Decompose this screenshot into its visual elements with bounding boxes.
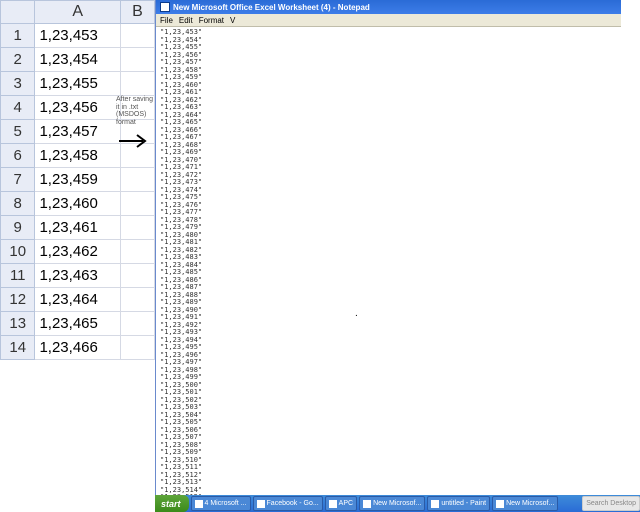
notepad-menu: File Edit Format V <box>156 14 621 27</box>
cell[interactable] <box>120 288 154 312</box>
taskbar-item-label: New Microsof... <box>373 500 421 507</box>
menu-view[interactable]: V <box>230 16 235 25</box>
cell[interactable]: 1,23,464 <box>35 288 120 312</box>
notepad-icon <box>160 2 170 12</box>
cell[interactable] <box>120 72 154 96</box>
cell[interactable] <box>120 24 154 48</box>
cell[interactable]: 1,23,454 <box>35 48 120 72</box>
row-header[interactable]: 13 <box>1 312 35 336</box>
notepad-titlebar[interactable]: New Microsoft Office Excel Worksheet (4)… <box>156 0 621 14</box>
row-header[interactable]: 3 <box>1 72 35 96</box>
table-row: 101,23,462 <box>1 240 155 264</box>
menu-edit[interactable]: Edit <box>179 16 193 25</box>
cell[interactable]: 1,23,461 <box>35 216 120 240</box>
row-header[interactable]: 11 <box>1 264 35 288</box>
column-header-b[interactable]: B <box>120 1 154 24</box>
table-row: 141,23,466 <box>1 336 155 360</box>
arrow-icon <box>117 132 151 150</box>
cell[interactable]: 1,23,463 <box>35 264 120 288</box>
excel-grid: A B 11,23,45321,23,45431,23,45541,23,456… <box>0 0 155 512</box>
app-icon <box>496 500 504 508</box>
cell[interactable] <box>120 264 154 288</box>
notepad-text-area[interactable]: "1,23,453" "1,23,454" "1,23,455" "1,23,4… <box>156 27 621 495</box>
search-desktop[interactable]: Search Desktop <box>582 496 640 511</box>
cell[interactable] <box>120 48 154 72</box>
app-icon <box>195 500 203 508</box>
row-header[interactable]: 4 <box>1 96 35 120</box>
cell[interactable] <box>120 168 154 192</box>
taskbar-item[interactable]: New Microsof... <box>492 496 558 511</box>
taskbar-item[interactable]: Facebook - Go... <box>253 496 323 511</box>
table-row: 71,23,459 <box>1 168 155 192</box>
table-row: 81,23,460 <box>1 192 155 216</box>
table-row: 121,23,464 <box>1 288 155 312</box>
table-row: 91,23,461 <box>1 216 155 240</box>
cell[interactable] <box>120 216 154 240</box>
table-row: 31,23,455 <box>1 72 155 96</box>
notepad-window: New Microsoft Office Excel Worksheet (4)… <box>155 0 621 495</box>
cell[interactable]: 1,23,455 <box>35 72 120 96</box>
cell[interactable]: 1,23,456 <box>35 96 120 120</box>
cell[interactable]: 1,23,460 <box>35 192 120 216</box>
menu-format[interactable]: Format <box>199 16 224 25</box>
row-header[interactable]: 14 <box>1 336 35 360</box>
app-icon <box>257 500 265 508</box>
taskbar-item-label: untitled - Paint <box>441 500 486 507</box>
taskbar-item-label: New Microsof... <box>506 500 554 507</box>
start-label: start <box>161 499 181 509</box>
taskbar-item[interactable]: untitled - Paint <box>427 496 490 511</box>
cell[interactable]: 1,23,453 <box>35 24 120 48</box>
column-header-a[interactable]: A <box>35 1 120 24</box>
cell[interactable] <box>120 240 154 264</box>
app-icon <box>329 500 337 508</box>
row-header[interactable]: 1 <box>1 24 35 48</box>
annotation-label: After saving it in .txt (MSDOS) format <box>116 96 156 127</box>
table-row: 131,23,465 <box>1 312 155 336</box>
taskbar-item[interactable]: 4 Microsoft ... <box>191 496 251 511</box>
cell[interactable]: 1,23,466 <box>35 336 120 360</box>
taskbar-item[interactable]: New Microsof... <box>359 496 425 511</box>
cell[interactable]: 1,23,458 <box>35 144 120 168</box>
row-header[interactable]: 8 <box>1 192 35 216</box>
row-header[interactable]: 9 <box>1 216 35 240</box>
select-all-corner[interactable] <box>1 1 35 24</box>
app-icon <box>363 500 371 508</box>
row-header[interactable]: 7 <box>1 168 35 192</box>
start-button[interactable]: start <box>155 495 189 512</box>
excel-table[interactable]: A B 11,23,45321,23,45431,23,45541,23,456… <box>0 0 155 360</box>
table-row: 21,23,454 <box>1 48 155 72</box>
table-row: 111,23,463 <box>1 264 155 288</box>
cell[interactable] <box>120 192 154 216</box>
cell[interactable]: 1,23,462 <box>35 240 120 264</box>
taskbar-item[interactable]: APC <box>325 496 357 511</box>
cell[interactable] <box>120 336 154 360</box>
row-header[interactable]: 2 <box>1 48 35 72</box>
notepad-title-text: New Microsoft Office Excel Worksheet (4)… <box>173 3 370 12</box>
row-header[interactable]: 10 <box>1 240 35 264</box>
taskbar: start 4 Microsoft ... Facebook - Go... APC… <box>155 495 640 512</box>
taskbar-item-label: Facebook - Go... <box>267 500 319 507</box>
taskbar-item-label: APC <box>339 500 353 507</box>
cell[interactable]: 1,23,465 <box>35 312 120 336</box>
row-header[interactable]: 12 <box>1 288 35 312</box>
dot-mark: . <box>355 308 358 319</box>
row-header[interactable]: 5 <box>1 120 35 144</box>
row-header[interactable]: 6 <box>1 144 35 168</box>
menu-file[interactable]: File <box>160 16 173 25</box>
cell[interactable] <box>120 312 154 336</box>
table-row: 11,23,453 <box>1 24 155 48</box>
cell[interactable]: 1,23,459 <box>35 168 120 192</box>
cell[interactable]: 1,23,457 <box>35 120 120 144</box>
taskbar-item-label: 4 Microsoft ... <box>205 500 247 507</box>
app-icon <box>431 500 439 508</box>
